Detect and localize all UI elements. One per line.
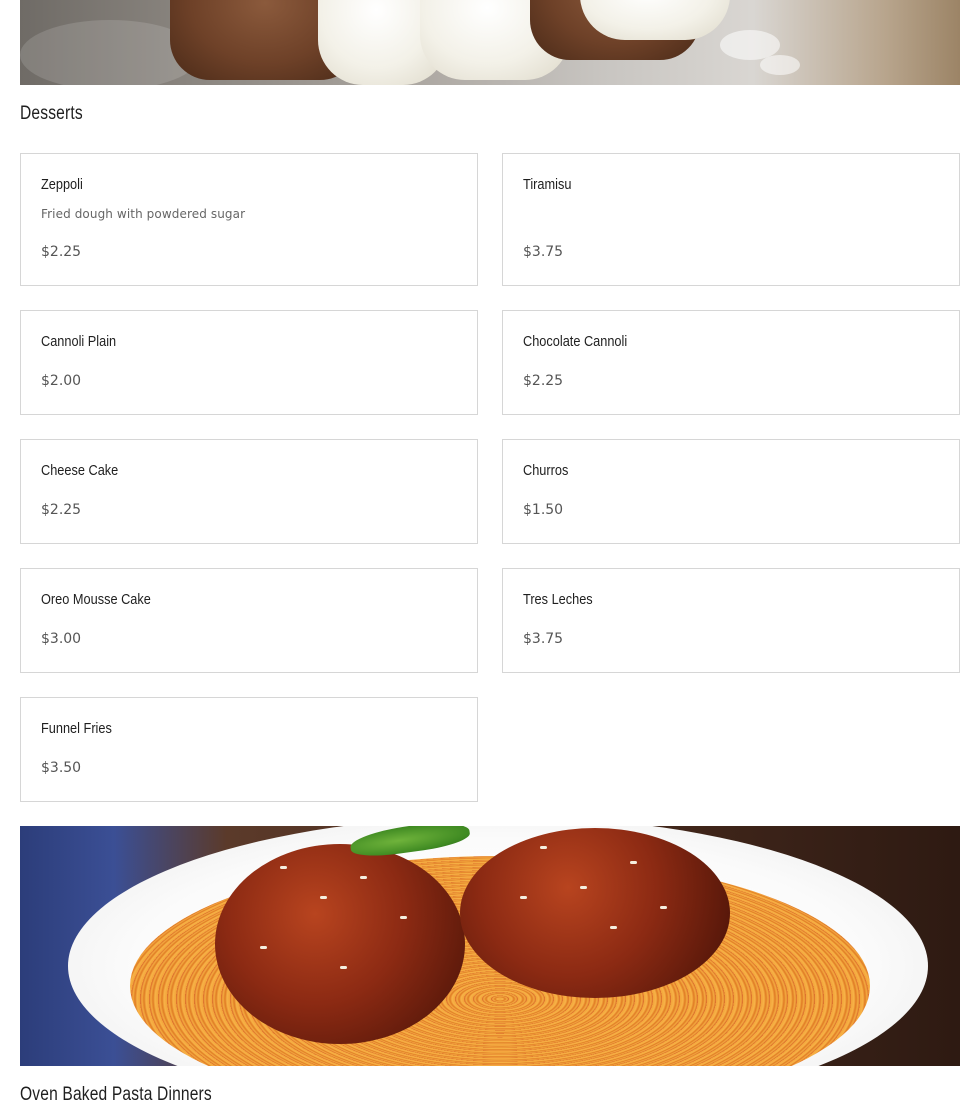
- menu-item-card[interactable]: Oreo Mousse Cake $3.00: [20, 568, 478, 673]
- menu-item-card[interactable]: Zeppoli Fried dough with powdered sugar …: [20, 153, 478, 286]
- section-title-desserts: Desserts: [20, 103, 83, 124]
- menu-item-price: $3.00: [41, 631, 82, 647]
- menu-item-name: Zeppoli: [41, 176, 83, 193]
- menu-item-name: Tiramisu: [523, 176, 572, 193]
- menu-item-name: Oreo Mousse Cake: [41, 591, 151, 608]
- menu-item-price: $2.25: [41, 244, 82, 260]
- menu-item-price: $3.75: [523, 631, 564, 647]
- menu-item-name: Funnel Fries: [41, 720, 112, 737]
- menu-item-name: Cannoli Plain: [41, 333, 117, 350]
- menu-item-name: Churros: [523, 462, 569, 479]
- desserts-hero-image: [20, 0, 960, 85]
- menu-item-card[interactable]: Funnel Fries $3.50: [20, 697, 478, 802]
- menu-item-description: Fried dough with powdered sugar: [41, 207, 246, 221]
- menu-item-price: $2.25: [523, 373, 564, 389]
- menu-item-price: $2.00: [41, 373, 82, 389]
- menu-item-price: $1.50: [523, 502, 564, 518]
- menu-item-card[interactable]: Churros $1.50: [502, 439, 960, 544]
- pasta-hero-image: [20, 826, 960, 1066]
- menu-item-name: Tres Leches: [523, 591, 593, 608]
- menu-item-name: Chocolate Cannoli: [523, 333, 628, 350]
- menu-item-card[interactable]: Tres Leches $3.75: [502, 568, 960, 673]
- menu-item-price: $3.50: [41, 760, 82, 776]
- menu-item-name: Cheese Cake: [41, 462, 119, 479]
- menu-item-card[interactable]: Cannoli Plain $2.00: [20, 310, 478, 415]
- menu-item-card[interactable]: Chocolate Cannoli $2.25: [502, 310, 960, 415]
- menu-item-card[interactable]: Tiramisu $3.75: [502, 153, 960, 286]
- menu-item-card[interactable]: Cheese Cake $2.25: [20, 439, 478, 544]
- menu-item-price: $3.75: [523, 244, 564, 260]
- menu-item-price: $2.25: [41, 502, 82, 518]
- section-title-oven-baked-pasta-dinners: Oven Baked Pasta Dinners: [20, 1084, 212, 1105]
